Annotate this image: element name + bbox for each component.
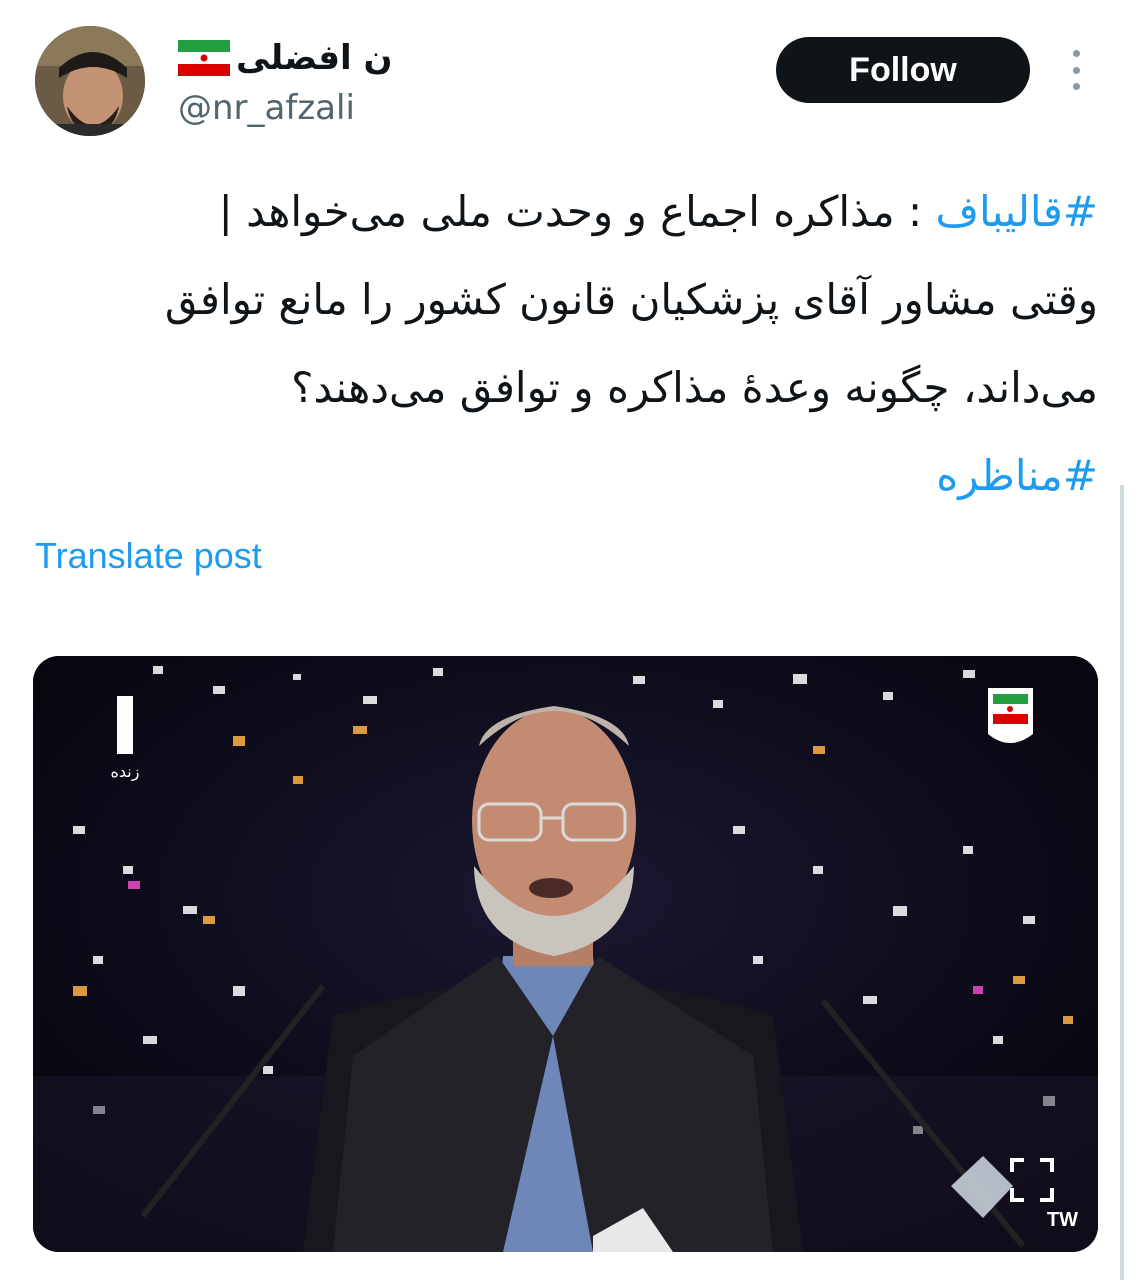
follow-button[interactable]: Follow	[776, 37, 1030, 103]
tweet-line-2: وقتی مشاور آقای پزشکیان قانون کشور را ما…	[164, 275, 1098, 324]
media-image[interactable]: زنده TW	[33, 656, 1098, 1252]
watermark-label: TW	[1046, 1209, 1078, 1231]
iran-emblem-icon	[988, 688, 1033, 743]
scrollbar-track	[1120, 485, 1124, 1280]
fullscreen-icon[interactable]	[1010, 1158, 1054, 1202]
live-label: زنده	[110, 762, 140, 781]
tweet-text: #قالیباف : مذاکره اجماع و وحدت ملی می‌خو…	[30, 168, 1098, 520]
vertical-ellipsis-icon[interactable]	[1064, 50, 1088, 90]
live-badge: زنده	[105, 696, 145, 781]
profile-photo	[35, 26, 145, 136]
translate-post-link[interactable]: Translate post	[35, 535, 262, 577]
tweet-line-4: #مناظره	[30, 432, 1098, 520]
tweet-line-1: #قالیباف : مذاکره اجماع و وحدت ملی می‌خو…	[30, 168, 1098, 256]
debate-video-frame	[33, 656, 1098, 1252]
iran-flag-icon	[178, 40, 230, 76]
hashtag-link[interactable]: #مناظره	[936, 451, 1098, 500]
avatar[interactable]	[35, 26, 145, 136]
tweet-text-segment: : مذاکره اجماع و وحدت ملی می‌خواهد |	[218, 187, 936, 236]
channel-logo-icon	[117, 696, 133, 754]
hashtag-link[interactable]: #قالیباف	[935, 187, 1098, 236]
tweet-line-3: می‌داند، چگونه وعدهٔ مذاکره و توافق می‌د…	[291, 363, 1098, 412]
author-name-row[interactable]: ن افضلی	[178, 34, 393, 82]
author-handle[interactable]: @nr_afzali	[178, 88, 355, 128]
author-display-name[interactable]: ن افضلی	[236, 38, 393, 78]
